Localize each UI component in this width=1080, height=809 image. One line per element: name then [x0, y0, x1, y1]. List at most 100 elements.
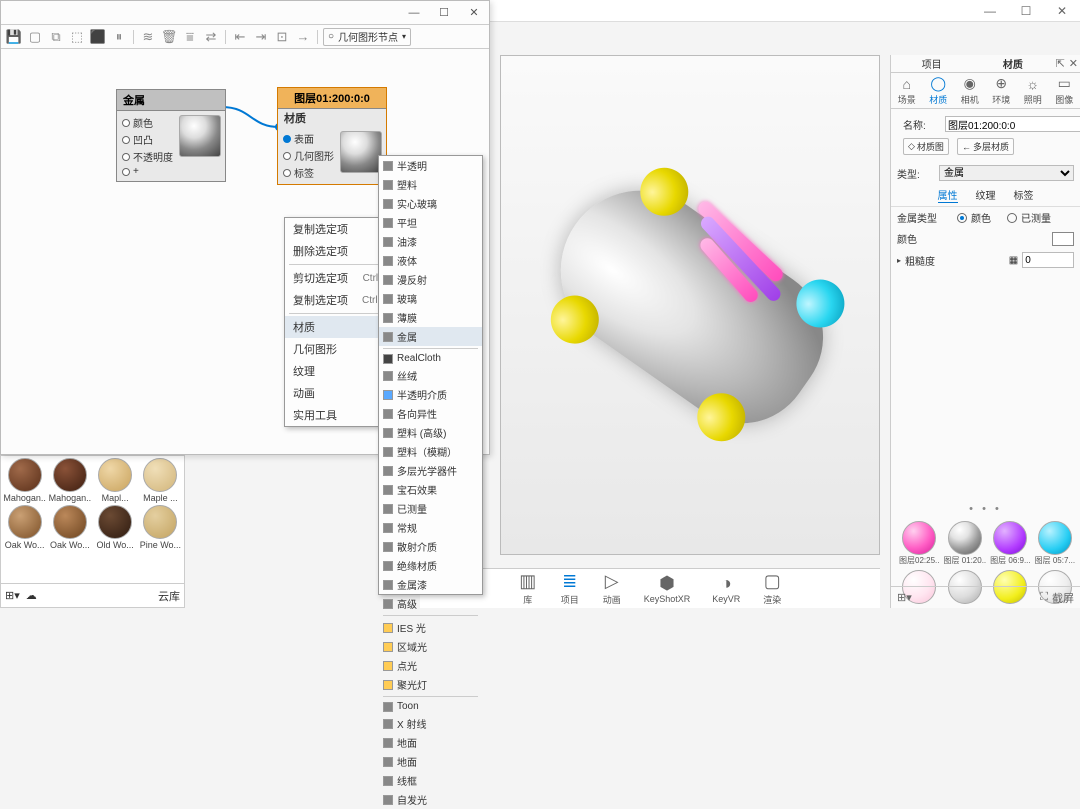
rptab-照明[interactable]: ☼照明 — [1024, 76, 1042, 106]
window-minimize[interactable]: — — [972, 0, 1008, 22]
viewport[interactable] — [500, 55, 880, 555]
rptab-环境[interactable]: ⊕环境 — [992, 76, 1010, 106]
mattype-聚光灯[interactable]: 聚光灯 — [379, 675, 482, 694]
expand-icon[interactable]: ⇥ — [252, 28, 270, 46]
mattype-RealCloth[interactable]: RealCloth — [379, 351, 482, 366]
mattype-丝绒[interactable]: 丝绒 — [379, 366, 482, 385]
rough-expand-icon[interactable]: ▸ — [897, 256, 901, 265]
lib-Oak Wo...[interactable]: Oak Wo... — [3, 505, 46, 550]
mattype-多层光学器件[interactable]: 多层光学器件 — [379, 461, 482, 480]
rp-tab-project[interactable]: 项目 — [891, 56, 972, 71]
save-icon[interactable]: 💾 — [5, 28, 23, 46]
mattype-IES 光[interactable]: IES 光 — [379, 618, 482, 637]
collapse-icon[interactable]: ⇤ — [231, 28, 249, 46]
swatch[interactable]: 图层 01:20.. — [943, 521, 986, 566]
bottom-KeyVR[interactable]: ◑KeyVR — [712, 573, 740, 604]
lib-Old Wo...[interactable]: Old Wo... — [94, 505, 137, 550]
bottom-库[interactable]: ▥库 — [518, 572, 538, 606]
arrow-icon[interactable]: → — [294, 28, 312, 46]
radio-measured[interactable] — [1007, 213, 1017, 223]
lib-Pine Wo...[interactable]: Pine Wo... — [139, 505, 182, 550]
square-icon[interactable]: ▢ — [26, 28, 44, 46]
mattype-平坦[interactable]: 平坦 — [379, 213, 482, 232]
window-close[interactable]: ✕ — [1044, 0, 1080, 22]
mattype-绝缘材质[interactable]: 绝缘材质 — [379, 556, 482, 575]
swatch[interactable]: 图层 05:7... — [1035, 521, 1075, 566]
mattype-线框[interactable]: 线框 — [379, 771, 482, 790]
grid-view-icon[interactable]: ⊞▾ — [897, 591, 912, 604]
mattype-各向异性[interactable]: 各向异性 — [379, 404, 482, 423]
lib-Mahogan..[interactable]: Mahogan.. — [3, 458, 46, 503]
list-icon[interactable]: ⩸ — [181, 28, 199, 46]
crop-icon[interactable]: ⛶ — [1040, 591, 1048, 604]
pause-icon[interactable]: ⏸ — [110, 28, 128, 46]
cloud-icon[interactable]: ☁ — [26, 589, 37, 602]
bottom-KeyShotXR[interactable]: ⬢KeyShotXR — [644, 573, 691, 604]
ne-maximize[interactable]: ☐ — [429, 1, 459, 25]
rp-tab-material[interactable]: 材质 — [972, 56, 1053, 71]
color-chip[interactable] — [1052, 232, 1074, 246]
port-geometry[interactable]: 几何图形 — [280, 147, 334, 164]
mattype-漫反射[interactable]: 漫反射 — [379, 270, 482, 289]
mattype-薄膜[interactable]: 薄膜 — [379, 308, 482, 327]
material-name-input[interactable] — [945, 116, 1080, 132]
mattype-实心玻璃[interactable]: 实心玻璃 — [379, 194, 482, 213]
swatch[interactable]: 图层02:25.. — [899, 521, 939, 566]
mattype-地面[interactable]: 地面 — [379, 752, 482, 771]
mattype-液体[interactable]: 液体 — [379, 251, 482, 270]
bottom-动画[interactable]: ▷动画 — [602, 572, 622, 606]
mattype-自发光[interactable]: 自发光 — [379, 790, 482, 809]
mattype-玻璃[interactable]: 玻璃 — [379, 289, 482, 308]
mattype-金属[interactable]: 金属 — [379, 327, 482, 346]
mattype-高级[interactable]: 高级 — [379, 594, 482, 613]
mattype-已测量[interactable]: 已测量 — [379, 499, 482, 518]
mattype-散射介质[interactable]: 散射介质 — [379, 537, 482, 556]
lib-Mapl...[interactable]: Mapl... — [94, 458, 137, 503]
swap-icon[interactable]: ⇄ — [202, 28, 220, 46]
fit-icon[interactable]: ⊡ — [273, 28, 291, 46]
rptab-相机[interactable]: ◉相机 — [961, 76, 979, 106]
rptab-场景[interactable]: ⌂场景 — [898, 76, 916, 106]
bottom-渲染[interactable]: ▢渲染 — [762, 572, 782, 606]
roughness-input[interactable] — [1022, 252, 1074, 268]
node-metal[interactable]: 金属 颜色 凹凸 不透明度 + — [116, 89, 226, 182]
mattype-塑料 (高级)[interactable]: 塑料 (高级) — [379, 423, 482, 442]
copy-icon[interactable]: ⧉ — [47, 28, 65, 46]
mattype-区域光[interactable]: 区域光 — [379, 637, 482, 656]
mattype-常规[interactable]: 常规 — [379, 518, 482, 537]
rp-close-icon[interactable]: ✕ — [1067, 57, 1080, 70]
lib-Mahogan..[interactable]: Mahogan.. — [48, 458, 91, 503]
grid-icon[interactable]: ⊞▾ — [5, 589, 20, 602]
mattype-宝石效果[interactable]: 宝石效果 — [379, 480, 482, 499]
bottom-项目[interactable]: ≣项目 — [560, 572, 580, 606]
mattype-金属漆[interactable]: 金属漆 — [379, 575, 482, 594]
subtab-texture[interactable]: 纹理 — [976, 187, 996, 203]
lib-Maple ...[interactable]: Maple ... — [139, 458, 182, 503]
swatch[interactable]: 图层 06:9... — [990, 521, 1030, 566]
port-surface[interactable]: 表面 — [280, 130, 334, 147]
cube2-icon[interactable]: ⬛ — [89, 28, 107, 46]
mattype-油漆[interactable]: 油漆 — [379, 232, 482, 251]
port-label[interactable]: 标签 — [280, 164, 334, 181]
mattype-点光[interactable]: 点光 — [379, 656, 482, 675]
material-type-select[interactable]: 金属 — [939, 165, 1074, 181]
chip-material-graph[interactable]: ◇ 材质图 — [903, 138, 949, 155]
port-plus[interactable]: + — [119, 165, 173, 178]
window-maximize[interactable]: ☐ — [1008, 0, 1044, 22]
mattype-半透明介质[interactable]: 半透明介质 — [379, 385, 482, 404]
subtab-properties[interactable]: 属性 — [938, 187, 958, 203]
radio-color[interactable] — [957, 213, 967, 223]
lib-Oak Wo...[interactable]: Oak Wo... — [48, 505, 91, 550]
mattype-X 射线[interactable]: X 射线 — [379, 714, 482, 733]
cube-icon[interactable]: ⬚ — [68, 28, 86, 46]
mattype-塑料（模糊）[interactable]: 塑料（模糊） — [379, 442, 482, 461]
chip-multi-layer[interactable]: ← 多层材质 — [957, 138, 1014, 155]
rp-popout-icon[interactable]: ⇱ — [1054, 57, 1067, 70]
mattype-塑料[interactable]: 塑料 — [379, 175, 482, 194]
rough-texture-icon[interactable]: ▦ — [1009, 255, 1018, 266]
layers-icon[interactable]: ≋ — [139, 28, 157, 46]
ne-minimize[interactable]: — — [399, 1, 429, 25]
mattype-Toon[interactable]: Toon — [379, 699, 482, 714]
trash-icon[interactable]: 🗑 — [160, 28, 178, 46]
rptab-材质[interactable]: ◯材质 — [929, 76, 947, 106]
